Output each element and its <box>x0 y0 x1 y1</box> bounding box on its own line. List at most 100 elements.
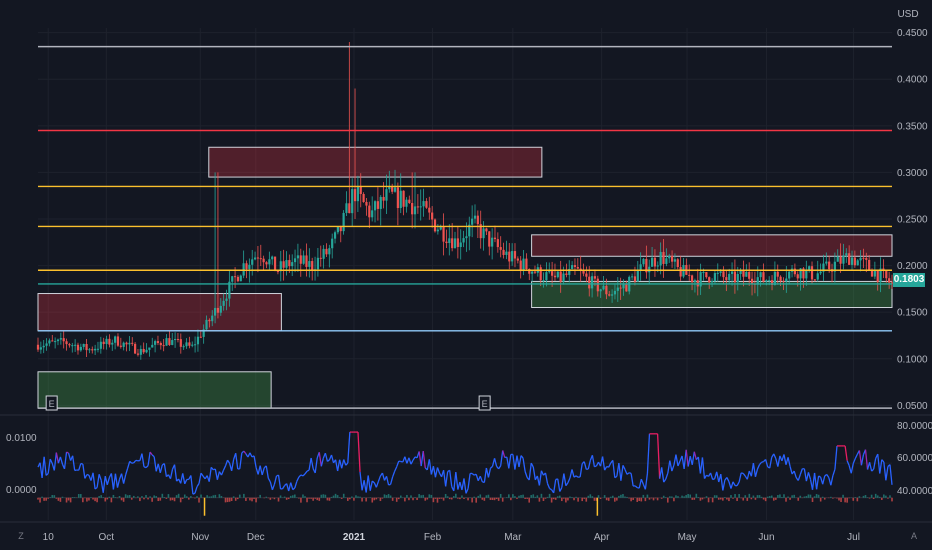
candle-body <box>808 266 811 270</box>
candle-body <box>399 190 402 209</box>
candle-body <box>676 259 679 268</box>
auto-scale-button[interactable]: A <box>907 529 921 543</box>
histogram-bar <box>365 497 367 502</box>
histogram-bar <box>457 497 459 499</box>
histogram-bar <box>505 497 508 498</box>
candle-body <box>768 280 771 282</box>
candle-body <box>742 270 745 277</box>
candle-body <box>488 231 491 247</box>
candle-body <box>745 271 748 277</box>
candle-body <box>311 261 314 270</box>
candle-body <box>551 271 554 276</box>
candle-body <box>539 267 542 281</box>
candle-body <box>610 294 614 296</box>
histogram-bar <box>821 496 824 498</box>
histogram-bar <box>883 494 885 498</box>
histogram-bar <box>603 495 606 498</box>
candle-body <box>134 343 137 354</box>
histogram-bar <box>251 497 253 502</box>
zoom-toggle-button[interactable]: Z <box>14 529 28 543</box>
histogram-bar <box>88 497 90 501</box>
histogram-bar <box>575 496 577 498</box>
histogram-bar <box>324 494 327 498</box>
candle-body <box>573 265 577 267</box>
candle-body <box>299 255 302 264</box>
price-chart[interactable]: EE 0.45000.40000.35000.30000.25000.20000… <box>0 0 932 550</box>
histogram-bar <box>418 494 420 498</box>
histogram-bar <box>357 496 359 498</box>
candle-body <box>708 277 711 283</box>
histogram-bar <box>803 496 806 498</box>
histogram-bar <box>92 497 94 500</box>
candle-body <box>391 186 394 192</box>
histogram-bar <box>436 497 439 503</box>
candle-body <box>616 287 619 291</box>
histogram-bar <box>65 497 68 503</box>
candle-body <box>393 187 397 192</box>
histogram-bar <box>705 496 708 498</box>
oscillator-right-tick: 40.0000 <box>897 486 932 497</box>
candle-body <box>630 276 634 278</box>
histogram-bar <box>328 497 331 501</box>
candle-body <box>885 271 888 279</box>
histogram-bar <box>428 494 431 498</box>
candle-body <box>582 270 585 274</box>
histogram-bar <box>558 495 561 498</box>
candle-body <box>876 270 879 282</box>
histogram-bar <box>171 497 174 501</box>
histogram-bar <box>414 497 416 498</box>
histogram-bar <box>840 497 842 503</box>
histogram-bar <box>265 496 268 498</box>
candle-body <box>810 266 814 280</box>
histogram-bar <box>310 497 312 499</box>
candle-body <box>602 285 605 290</box>
candle-body <box>511 251 514 262</box>
candle-body <box>431 212 434 220</box>
candle-body <box>402 190 405 207</box>
histogram-bar <box>448 497 451 500</box>
histogram-bar <box>120 497 123 501</box>
histogram-bar <box>181 497 184 499</box>
histogram-bar <box>373 497 376 501</box>
candle-body <box>154 341 157 345</box>
histogram-bar <box>420 495 422 498</box>
histogram-bar <box>854 497 857 498</box>
candle-body <box>319 257 322 259</box>
candle-body <box>268 259 271 265</box>
candle-body <box>168 338 171 345</box>
price-axis[interactable]: 0.4500 0.4000 0.3500 0.3000 0.2500 0.2000 0.15… <box>897 28 928 412</box>
histogram-bar <box>744 495 747 498</box>
candle-body <box>288 260 291 267</box>
candle-body <box>48 340 51 344</box>
candle-body <box>382 196 385 201</box>
histogram-bar <box>862 495 865 498</box>
candle-body <box>825 261 828 264</box>
histogram-bar <box>67 497 70 501</box>
candle-body <box>845 253 848 256</box>
histogram-bar <box>528 497 531 503</box>
candle-body <box>888 278 891 283</box>
histogram-bar <box>255 497 257 503</box>
candle-body <box>379 196 382 209</box>
candle-body <box>122 342 125 347</box>
candle-body <box>453 238 457 249</box>
candle-body <box>159 343 162 346</box>
candle-body <box>816 273 819 280</box>
candle-body <box>613 290 617 295</box>
histogram-bar <box>351 496 353 498</box>
histogram-bar <box>463 497 465 499</box>
histogram-bar <box>722 497 724 501</box>
histogram-bar <box>593 497 596 501</box>
histogram-bar <box>713 495 716 498</box>
histogram-bar <box>200 494 202 498</box>
candle-body <box>491 237 494 247</box>
histogram-bar <box>742 497 745 501</box>
oscillator-line-segment <box>761 460 764 463</box>
histogram-bar <box>499 493 502 498</box>
candle-body <box>302 255 305 264</box>
histogram-bar <box>224 497 227 503</box>
histogram-bar <box>82 497 84 503</box>
histogram-bar <box>139 497 141 502</box>
candle-body <box>136 353 140 355</box>
histogram-bar <box>86 497 88 502</box>
